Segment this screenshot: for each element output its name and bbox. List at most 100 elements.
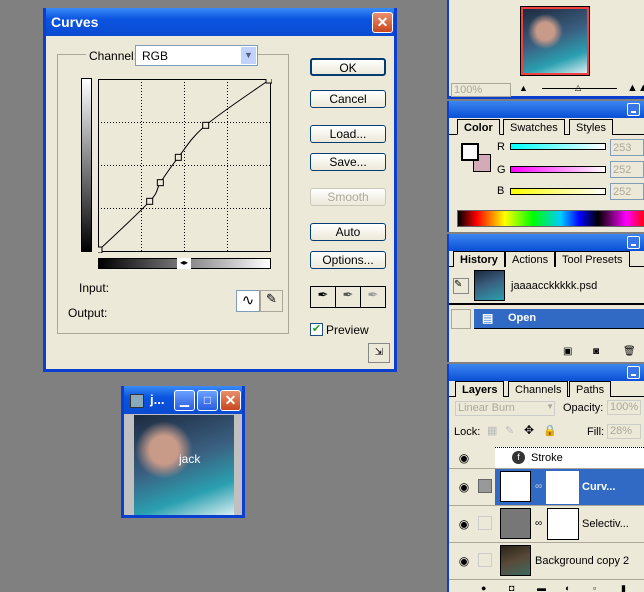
fill-field[interactable]: 28% bbox=[607, 424, 641, 439]
close-button[interactable]: ✕ bbox=[372, 12, 393, 33]
g-slider[interactable] bbox=[510, 166, 606, 173]
r-field[interactable]: 253 bbox=[610, 139, 644, 156]
new-group-icon[interactable]: ▬ bbox=[537, 583, 546, 592]
trash-icon[interactable]: 🗑 bbox=[623, 346, 636, 357]
auto-button[interactable]: Auto bbox=[310, 223, 386, 241]
color-panel-title-bar[interactable] bbox=[449, 101, 644, 118]
layer-selective-color[interactable]: ◉ ∞ Selectiv... bbox=[449, 506, 644, 543]
foreground-color-swatch[interactable] bbox=[461, 143, 479, 161]
curve-point[interactable] bbox=[265, 79, 272, 84]
blend-mode-select[interactable]: Linear Burn ▼ bbox=[455, 401, 555, 416]
layer-mask-thumbnail[interactable] bbox=[547, 508, 579, 540]
navigator-thumbnail[interactable] bbox=[520, 6, 590, 76]
add-mask-icon[interactable]: ◘ bbox=[509, 583, 514, 592]
g-field[interactable]: 252 bbox=[610, 161, 644, 178]
layers-panel: Layers Channels Paths Linear Burn ▼ Opaci… bbox=[447, 364, 644, 592]
pencil-tool-button[interactable]: ✎ bbox=[260, 290, 283, 312]
history-source-box[interactable] bbox=[451, 309, 471, 329]
curve-point[interactable] bbox=[146, 197, 154, 205]
layers-panel-title-bar[interactable] bbox=[449, 364, 644, 381]
options-button[interactable]: Options... bbox=[310, 251, 386, 269]
load-button[interactable]: Load... bbox=[310, 125, 386, 143]
curves-title-bar[interactable]: Curves bbox=[46, 8, 394, 36]
history-snapshot[interactable]: ✎ jaaaacckkkkk.psd bbox=[449, 268, 644, 305]
zoom-field[interactable]: 100% bbox=[451, 83, 511, 97]
layer-background-copy-2[interactable]: ◉ Background copy 2 bbox=[449, 543, 644, 580]
history-panel-title-bar[interactable] bbox=[449, 234, 644, 251]
b-slider[interactable] bbox=[510, 188, 606, 195]
ok-button[interactable]: OK bbox=[310, 58, 386, 76]
eye-icon[interactable]: ◉ bbox=[453, 451, 475, 465]
blend-mode-value: Linear Burn bbox=[458, 402, 515, 414]
history-item-open[interactable]: ▤ Open bbox=[474, 309, 644, 329]
chain-link-icon[interactable]: ∞ bbox=[535, 518, 542, 529]
snapshot-camera-icon[interactable]: ◙ bbox=[593, 346, 599, 357]
layer-effect-stroke[interactable]: ◉ f Stroke bbox=[449, 447, 644, 469]
chevron-down-icon[interactable]: ▼ bbox=[546, 402, 554, 411]
minimize-icon[interactable] bbox=[627, 103, 640, 116]
white-eyedropper-icon[interactable]: ✒ bbox=[361, 287, 385, 307]
curve-tool-button[interactable]: ∿ bbox=[236, 290, 260, 312]
lock-brush-icon[interactable]: ✎ bbox=[505, 424, 514, 437]
tab-actions[interactable]: Actions bbox=[505, 251, 556, 267]
input-gradient-bar[interactable]: ◂▸ bbox=[98, 258, 271, 269]
curve-point[interactable] bbox=[98, 246, 103, 253]
curve-point[interactable] bbox=[156, 179, 164, 187]
layer-name: Selectiv... bbox=[582, 518, 629, 530]
cancel-button[interactable]: Cancel bbox=[310, 90, 386, 108]
zoom-in-icon[interactable]: ▲▲ bbox=[627, 82, 644, 94]
curves-title: Curves bbox=[51, 14, 99, 30]
eye-icon[interactable]: ◉ bbox=[453, 517, 475, 531]
gradient-toggle-icon[interactable]: ◂▸ bbox=[177, 258, 191, 269]
tab-history[interactable]: History bbox=[453, 251, 505, 267]
eye-icon[interactable]: ◉ bbox=[453, 554, 475, 568]
layer-curves[interactable]: ◉ ∞ Curv... bbox=[449, 469, 644, 506]
zoom-slider[interactable]: △ bbox=[542, 83, 617, 92]
history-brush-icon[interactable]: ✎ bbox=[453, 278, 469, 294]
tab-tool-presets[interactable]: Tool Presets bbox=[555, 251, 630, 267]
tab-paths[interactable]: Paths bbox=[569, 381, 612, 397]
gray-eyedropper-icon[interactable]: ✒ bbox=[336, 287, 361, 307]
tab-styles[interactable]: Styles bbox=[569, 119, 613, 135]
black-eyedropper-icon[interactable]: ✒ bbox=[311, 287, 336, 307]
maximize-button[interactable]: □ bbox=[197, 390, 218, 411]
close-button[interactable]: ✕ bbox=[220, 390, 241, 411]
save-button[interactable]: Save... bbox=[310, 153, 386, 171]
preview-checkbox[interactable]: ✔ bbox=[310, 323, 323, 336]
mask-link-indicator[interactable] bbox=[478, 516, 492, 530]
tab-channels[interactable]: Channels bbox=[508, 381, 569, 397]
layer-mask-thumbnail[interactable] bbox=[545, 470, 580, 505]
curve-point[interactable] bbox=[202, 121, 210, 129]
curve-point[interactable] bbox=[174, 153, 182, 161]
minimize-button[interactable]: ▁ bbox=[174, 390, 195, 411]
smooth-button[interactable]: Smooth bbox=[310, 188, 386, 206]
new-adjustment-icon[interactable]: ◐ bbox=[565, 583, 570, 592]
opacity-field[interactable]: 100% bbox=[607, 400, 641, 415]
channel-select[interactable]: RGB ▼ bbox=[135, 45, 258, 66]
image-canvas[interactable]: jack bbox=[134, 415, 234, 515]
new-layer-icon[interactable]: ▫ bbox=[593, 583, 596, 592]
add-style-icon[interactable]: ● bbox=[481, 583, 486, 592]
expand-icon[interactable]: ⇲ bbox=[368, 343, 390, 363]
tab-color[interactable]: Color bbox=[457, 119, 500, 135]
tab-swatches[interactable]: Swatches bbox=[503, 119, 565, 135]
zoom-out-icon[interactable]: ▲ bbox=[519, 83, 528, 93]
mask-link-indicator[interactable] bbox=[478, 479, 492, 493]
lock-all-icon[interactable]: 🔒 bbox=[543, 424, 557, 437]
lock-move-icon[interactable]: ✥ bbox=[524, 423, 534, 437]
minimize-icon[interactable] bbox=[627, 366, 640, 379]
minimize-icon[interactable] bbox=[627, 236, 640, 249]
chevron-down-icon[interactable]: ▼ bbox=[241, 47, 256, 64]
layer-name: Background copy 2 bbox=[535, 555, 630, 567]
chain-link-icon[interactable]: ∞ bbox=[535, 481, 542, 492]
eye-icon[interactable]: ◉ bbox=[453, 480, 475, 494]
curve-graph[interactable] bbox=[98, 79, 272, 253]
b-field[interactable]: 252 bbox=[610, 183, 644, 200]
r-slider[interactable] bbox=[510, 143, 606, 150]
trash-icon[interactable]: ▮ bbox=[621, 583, 626, 592]
lock-transparent-icon[interactable]: ▦ bbox=[487, 424, 497, 437]
color-spectrum-bar[interactable] bbox=[457, 210, 644, 227]
new-document-icon[interactable]: ▣ bbox=[563, 346, 572, 357]
tab-layers[interactable]: Layers bbox=[455, 381, 505, 397]
mask-link-indicator[interactable] bbox=[478, 553, 492, 567]
